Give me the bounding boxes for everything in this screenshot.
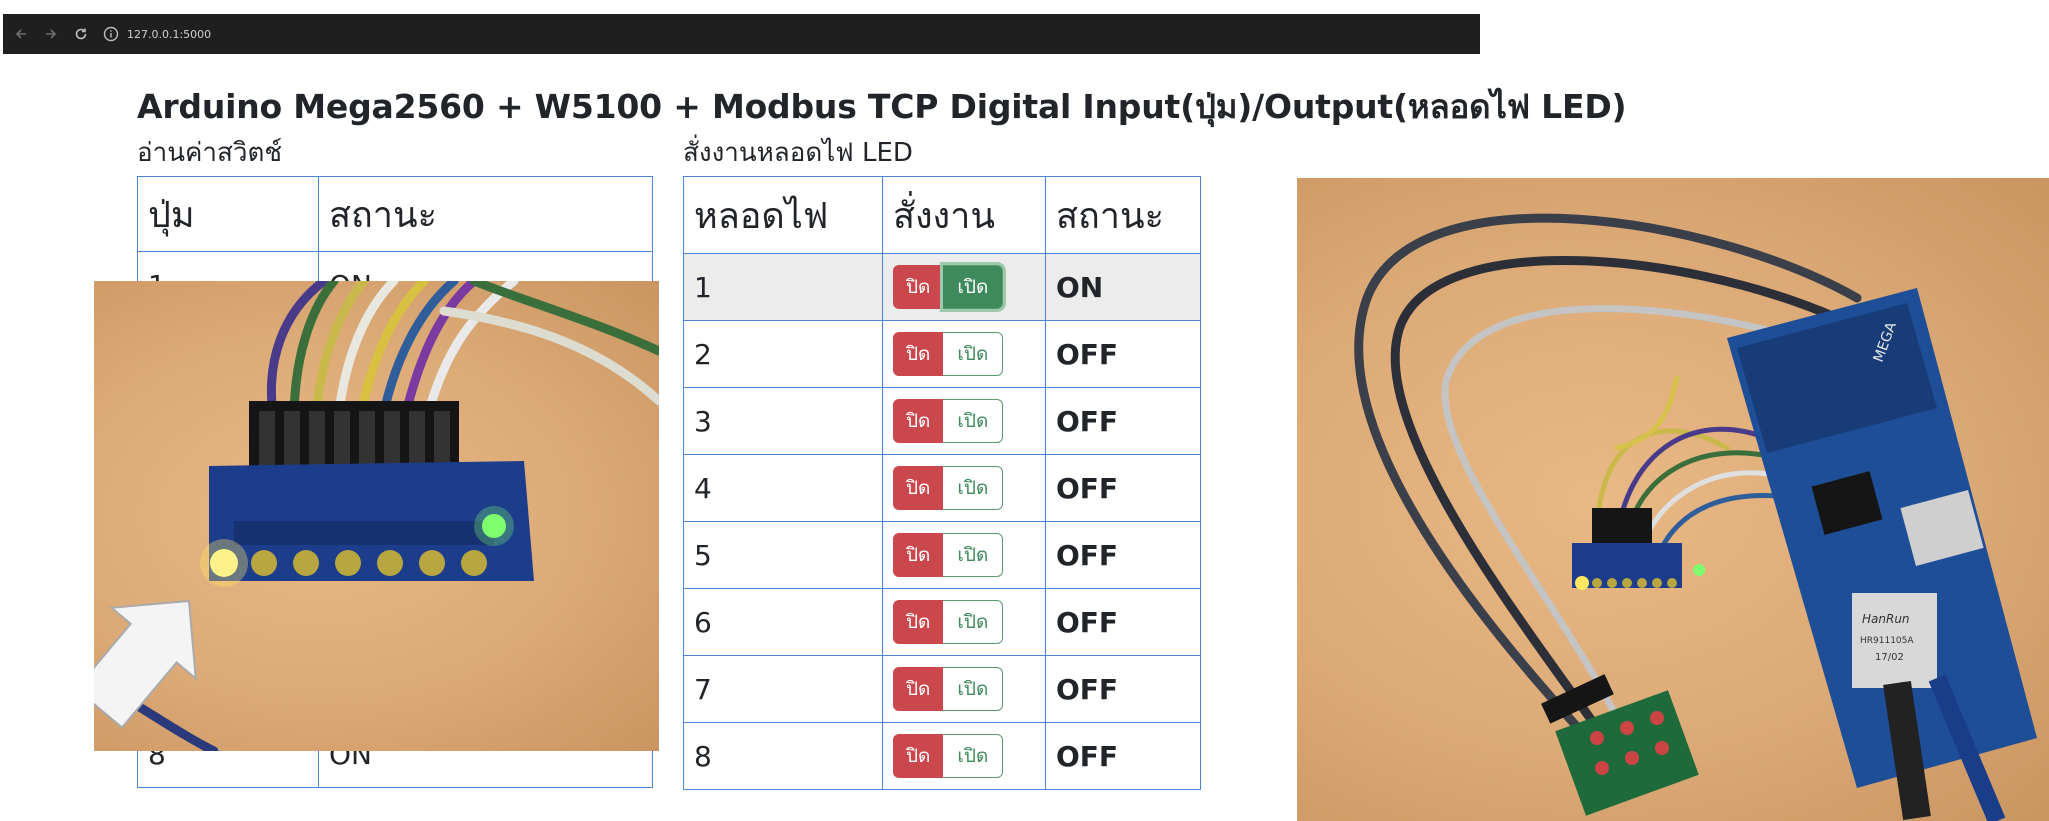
lamp-state: OFF xyxy=(1045,387,1201,455)
toggle-group: ปิด เปิด xyxy=(893,533,1004,577)
table-row: 1 ปิด เปิด ON xyxy=(683,253,1201,321)
lamp-toggle: ปิด เปิด xyxy=(882,320,1046,388)
off-button[interactable]: ปิด xyxy=(893,667,944,711)
lamp-state: OFF xyxy=(1045,521,1201,589)
led-module-photo xyxy=(94,281,659,751)
off-button[interactable]: ปิด xyxy=(893,533,944,577)
on-button[interactable]: เปิด xyxy=(943,399,1004,443)
lamp-toggle: ปิด เปิด xyxy=(882,655,1046,723)
table-row: 8 ปิด เปิด OFF xyxy=(683,722,1201,790)
table-row: 4 ปิด เปิด OFF xyxy=(683,454,1201,522)
lamp-number: 1 xyxy=(683,253,883,321)
arduino-setup-photo: MEGA HanRun HR911105A 17/02 xyxy=(1297,178,2049,821)
on-button[interactable]: เปิด xyxy=(943,734,1004,778)
back-arrow-icon[interactable] xyxy=(9,22,33,46)
column-header-command: สั่งงาน xyxy=(882,176,1046,254)
hanrun-label: HanRun xyxy=(1862,612,1910,626)
lamp-toggle: ปิด เปิด xyxy=(882,253,1046,321)
table-row: 3 ปิด เปิด OFF xyxy=(683,387,1201,455)
on-button[interactable]: เปิด xyxy=(943,332,1004,376)
site-info-icon[interactable] xyxy=(103,26,119,42)
off-button[interactable]: ปิด xyxy=(893,332,944,376)
lamp-toggle: ปิด เปิด xyxy=(882,722,1046,790)
toggle-group: ปิด เปิด xyxy=(893,466,1004,510)
toggle-group: ปิด เปิด xyxy=(893,332,1004,376)
table-row: 7 ปิด เปิด OFF xyxy=(683,655,1201,723)
lamp-number: 3 xyxy=(683,387,883,455)
lamp-state: ON xyxy=(1045,253,1201,321)
lamp-number: 4 xyxy=(683,454,883,522)
lamp-state: OFF xyxy=(1045,655,1201,723)
toggle-group: ปิด เปิด xyxy=(893,600,1004,644)
column-header-button: ปุ่ม xyxy=(137,176,319,252)
table-row: 2 ปิด เปิด OFF xyxy=(683,320,1201,388)
lamp-state: OFF xyxy=(1045,588,1201,656)
lamp-toggle: ปิด เปิด xyxy=(882,454,1046,522)
toggle-group: ปิด เปิด xyxy=(893,399,1004,443)
led-table: หลอดไฟ สั่งงาน สถานะ 1 ปิด เปิด ON 2 ปิด… xyxy=(683,176,1201,790)
page-title: Arduino Mega2560 + W5100 + Modbus TCP Di… xyxy=(137,87,1627,126)
forward-arrow-icon[interactable] xyxy=(39,22,63,46)
lamp-state: OFF xyxy=(1045,722,1201,790)
on-button[interactable]: เปิด xyxy=(943,265,1004,309)
led-section-heading: สั่งงานหลอดไฟ LED xyxy=(683,138,913,168)
browser-toolbar: 127.0.0.1:5000 xyxy=(3,14,1480,54)
table-row: 6 ปิด เปิด OFF xyxy=(683,588,1201,656)
off-button[interactable]: ปิด xyxy=(893,265,944,309)
column-header-state: สถานะ xyxy=(1045,176,1201,254)
reload-icon[interactable] xyxy=(69,22,93,46)
lamp-number: 6 xyxy=(683,588,883,656)
on-button[interactable]: เปิด xyxy=(943,466,1004,510)
off-button[interactable]: ปิด xyxy=(893,399,944,443)
column-header-lamp: หลอดไฟ xyxy=(683,176,883,254)
hanrun-model-label: HR911105A xyxy=(1860,636,1914,646)
lamp-toggle: ปิด เปิด xyxy=(882,588,1046,656)
on-button[interactable]: เปิด xyxy=(943,667,1004,711)
lamp-state: OFF xyxy=(1045,320,1201,388)
toggle-group: ปิด เปิด xyxy=(893,667,1004,711)
lamp-number: 8 xyxy=(683,722,883,790)
off-button[interactable]: ปิด xyxy=(893,600,944,644)
table-row: 5 ปิด เปิด OFF xyxy=(683,521,1201,589)
table-header-row: หลอดไฟ สั่งงาน สถานะ xyxy=(683,176,1201,254)
off-button[interactable]: ปิด xyxy=(893,734,944,778)
toggle-group: ปิด เปิด xyxy=(893,734,1004,778)
hanrun-date-label: 17/02 xyxy=(1875,652,1904,663)
on-button[interactable]: เปิด xyxy=(943,533,1004,577)
column-header-state: สถานะ xyxy=(318,176,653,252)
lamp-toggle: ปิด เปิด xyxy=(882,521,1046,589)
lamp-number: 2 xyxy=(683,320,883,388)
lamp-toggle: ปิด เปิด xyxy=(882,387,1046,455)
lamp-number: 5 xyxy=(683,521,883,589)
on-button[interactable]: เปิด xyxy=(943,600,1004,644)
table-header-row: ปุ่ม สถานะ xyxy=(137,176,653,252)
off-button[interactable]: ปิด xyxy=(893,466,944,510)
lamp-state: OFF xyxy=(1045,454,1201,522)
url-text[interactable]: 127.0.0.1:5000 xyxy=(127,28,211,41)
toggle-group: ปิด เปิด xyxy=(893,265,1004,309)
address-bar[interactable]: 127.0.0.1:5000 xyxy=(103,26,211,42)
lamp-number: 7 xyxy=(683,655,883,723)
switch-section-heading: อ่านค่าสวิตช์ xyxy=(137,138,282,168)
